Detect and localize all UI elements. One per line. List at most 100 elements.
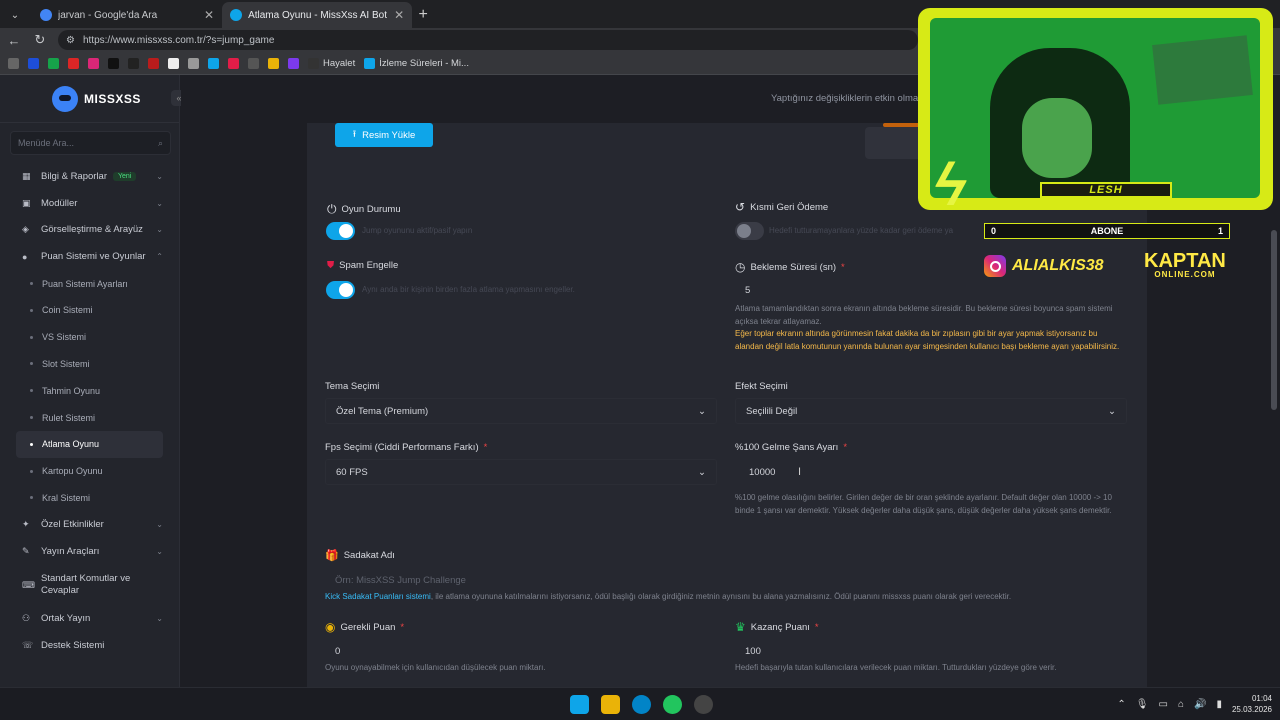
sidebar-subitem[interactable]: Tahmin Oyunu	[0, 377, 179, 404]
url-input[interactable]: ⚙ https://www.missxss.com.tr/?s=jump_gam…	[58, 30, 918, 50]
close-tab-icon[interactable]: ✕	[394, 8, 404, 22]
spotify-icon[interactable]	[663, 695, 682, 714]
site-info-icon[interactable]: ⚙	[66, 35, 75, 46]
sidebar-item-destek[interactable]: ☏ Destek Sistemi	[0, 632, 179, 659]
bookmark-icon[interactable]	[148, 57, 159, 69]
edge-browser-icon[interactable]	[632, 695, 651, 714]
win-points-input[interactable]: 100	[735, 639, 1127, 663]
bookmark-izleme[interactable]: İzleme Süreleri - Mi...	[364, 57, 469, 69]
theme-select[interactable]: Özel Tema (Premium) ⌄	[325, 398, 717, 424]
scrollbar-thumb[interactable]	[1271, 230, 1277, 410]
display-icon[interactable]: ▭	[1158, 699, 1167, 710]
bookmark-hayalet[interactable]: Hayalet	[308, 57, 356, 69]
bookmark-label: Hayalet	[323, 57, 356, 69]
required-marker: *	[814, 621, 819, 633]
shield-icon: ⛊	[327, 260, 335, 271]
x-icon[interactable]	[128, 57, 139, 69]
sidebar-item-standart[interactable]: ⌨ Standart Komutlar ve Cevaplar	[0, 565, 179, 605]
sidebar-search-input[interactable]: Menüde Ara... ⌕	[10, 131, 171, 155]
effect-label: Efekt Seçimi	[735, 381, 788, 392]
sidebar-subitem[interactable]: Kral Sistemi	[0, 485, 179, 512]
sidebar-item-ortak[interactable]: ⚇ Ortak Yayın ⌄	[0, 605, 179, 632]
tiktok-icon[interactable]	[108, 57, 119, 69]
sidebar-subitem[interactable]: Rulet Sistemi	[0, 404, 179, 431]
chevron-up-icon: ⌃	[156, 252, 163, 262]
loyalty-input[interactable]: Örn: MissXSS Jump Challenge	[325, 568, 1127, 592]
upload-image-button[interactable]: ⭱ Resim Yükle	[335, 123, 433, 147]
windows-start-icon[interactable]	[570, 695, 589, 714]
keyboard-icon: ⌨	[22, 579, 35, 590]
fps-select[interactable]: 60 FPS ⌄	[325, 459, 717, 485]
tab-title: jarvan - Google'da Ara	[58, 9, 158, 21]
sidebar-item-gorsel[interactable]: ◈ Görselleştirme & Arayüz ⌄	[0, 217, 179, 244]
browser-tab-missxss[interactable]: Atlama Oyunu - MissXss AI Bot Sy ✕	[222, 2, 413, 28]
sidebar-item-yayin[interactable]: ✎ Yayın Araçları ⌄	[0, 538, 179, 565]
windows-taskbar: ⌃ 🎙 ▭ ⌂ 🔊 ▮ 01:04 25.03.2026	[0, 687, 1280, 720]
chevron-down-icon: ⌄	[156, 225, 163, 235]
sidebar-item-puan[interactable]: ● Puan Sistemi ve Oyunlar ⌃	[0, 243, 179, 270]
new-tab-button[interactable]: +	[412, 6, 434, 24]
bookmark-icon[interactable]	[228, 57, 239, 69]
power-icon: ⏻	[327, 202, 337, 216]
clock[interactable]: 01:04 25.03.2026	[1232, 693, 1272, 715]
file-explorer-icon[interactable]	[601, 695, 620, 714]
sidebar-subitem-active[interactable]: Atlama Oyunu	[16, 430, 163, 458]
sidebar-subitem[interactable]: VS Sistemi	[0, 324, 179, 351]
game-status-hint: Jump oyununu aktif/pasif yapın	[362, 226, 473, 235]
tab-search-button[interactable]: ⌄	[4, 4, 26, 26]
microphone-icon[interactable]: 🎙	[1136, 699, 1149, 710]
effect-select[interactable]: Seçilili Değil ⌄	[735, 398, 1127, 424]
search-icon: ⌕	[157, 137, 163, 148]
bookmark-icon[interactable]	[208, 57, 219, 69]
streamer-face	[1022, 98, 1092, 178]
sidebar-subitem[interactable]: Puan Sistemi Ayarları	[0, 270, 179, 297]
youtube-icon[interactable]	[68, 57, 79, 69]
app-icon[interactable]	[694, 695, 713, 714]
subitem-label: VS Sistemi	[42, 332, 87, 343]
theme-label: Tema Seçimi	[325, 381, 379, 392]
volume-icon[interactable]: 🔊	[1194, 699, 1206, 710]
back-arrow-icon[interactable]: ←	[6, 33, 22, 48]
instagram-icon[interactable]	[88, 57, 99, 69]
logo[interactable]: MISSXSS	[0, 75, 179, 123]
bookmark-icon[interactable]	[248, 57, 259, 69]
kick-icon[interactable]	[268, 57, 279, 69]
goal-current: 0	[991, 226, 997, 236]
browser-tab-google[interactable]: jarvan - Google'da Ara ✕	[32, 2, 222, 28]
label-text: Kazanç Puanı	[750, 621, 810, 633]
game-status-toggle[interactable]	[326, 222, 355, 240]
required-marker: *	[400, 621, 405, 633]
sidebar-item-bilgi[interactable]: ▦ Bilgi & Raporlar Yeni ⌄	[0, 163, 179, 190]
support-icon: ☏	[22, 639, 34, 650]
bullet-icon	[30, 416, 33, 420]
bookmark-icon[interactable]	[8, 57, 19, 69]
subitem-label: Kartopu Oyunu	[42, 466, 103, 477]
network-icon[interactable]: ⌂	[1178, 699, 1184, 710]
sidebar-subitem[interactable]: Kartopu Oyunu	[0, 458, 179, 485]
partial-refund-toggle[interactable]	[735, 222, 764, 240]
bullet-icon	[30, 308, 33, 312]
chevron-up-icon[interactable]: ⌃	[1117, 699, 1125, 710]
close-tab-icon[interactable]: ✕	[204, 8, 214, 22]
sidebar-subitem[interactable]: Coin Sistemi	[0, 297, 179, 324]
sidebar-subitem[interactable]: Slot Sistemi	[0, 351, 179, 378]
kick-loyalty-link[interactable]: Kick Sadakat Puanları sistemi	[325, 592, 431, 601]
wait-time-label: ◷ Bekleme Süresi (sn) *	[735, 260, 845, 274]
points-icon: ●	[22, 251, 28, 262]
reload-icon[interactable]: ↻	[32, 32, 48, 48]
required-points-label: ◉ Gerekli Puan *	[325, 620, 404, 634]
subscriber-goal-bar: 0 ABONE 1	[984, 223, 1230, 239]
battery-icon[interactable]: ▮	[1216, 699, 1222, 710]
bookmark-icon[interactable]	[288, 57, 299, 69]
bookmark-icon[interactable]	[188, 57, 199, 69]
bookmark-icon[interactable]	[48, 57, 59, 69]
spam-block-label: ⛊ Spam Engelle	[327, 260, 398, 271]
wait-time-input[interactable]: 5	[735, 278, 1125, 302]
required-points-input[interactable]: 0	[325, 639, 717, 663]
spam-block-toggle[interactable]	[326, 281, 355, 299]
bookmark-icon[interactable]	[168, 57, 179, 69]
sidebar-item-ozel[interactable]: ✦ Özel Etkinlikler ⌄	[0, 511, 179, 538]
sidebar-item-moduller[interactable]: ▣ Modüller ⌄	[0, 190, 179, 217]
bookmark-icon[interactable]	[28, 57, 39, 69]
chevron-down-icon: ⌄	[698, 405, 706, 417]
